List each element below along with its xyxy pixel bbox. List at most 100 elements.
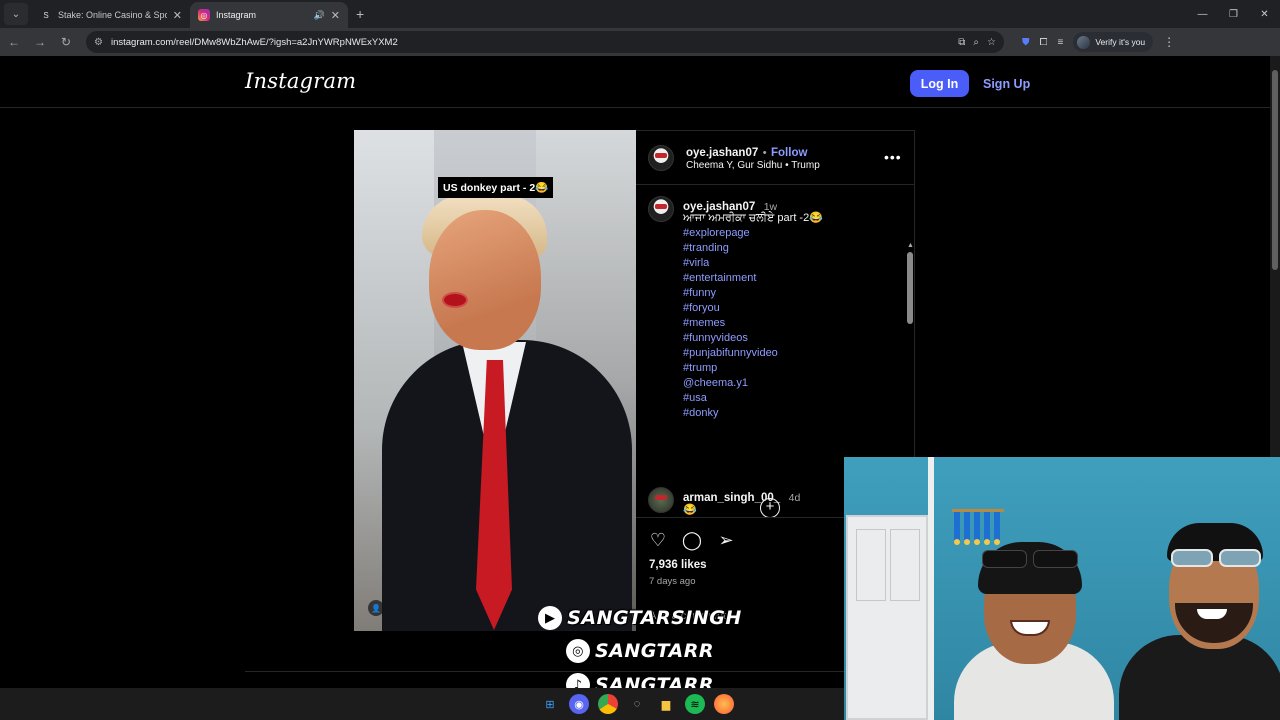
windows-start-icon[interactable]: ⊞ bbox=[540, 694, 560, 714]
minimize-icon[interactable]: — bbox=[1187, 0, 1218, 28]
post-header: oye.jashan07 • Follow Cheema Y, Gur Sidh… bbox=[636, 131, 914, 185]
url-text[interactable]: instagram.com/reel/DMw8WbZhAwE/?igsh=a2J… bbox=[111, 37, 958, 48]
webcam-person-left bbox=[954, 542, 1114, 720]
tab-close-icon[interactable]: ✕ bbox=[173, 9, 182, 22]
spotify-icon[interactable]: ≋ bbox=[685, 694, 705, 714]
post-date: 7 days ago bbox=[649, 576, 696, 587]
ig-header: Instagram Log In Sign Up bbox=[0, 56, 1270, 108]
reel-video[interactable]: US donkey part - 2😂 👤 bbox=[354, 130, 636, 631]
audio-attribution[interactable]: Cheema Y, Gur Sidhu • Trump bbox=[686, 160, 820, 171]
comment-header: arman_singh_00_ 4d bbox=[683, 488, 800, 506]
window-controls: — ❐ ✕ bbox=[1187, 0, 1280, 28]
comment-text: 😂 bbox=[683, 504, 697, 516]
zoom-icon[interactable]: ⌕ bbox=[973, 37, 979, 48]
hashtag-link[interactable]: #entertainment bbox=[683, 271, 778, 286]
profile-avatar bbox=[1077, 35, 1091, 49]
profile-button[interactable]: Verify it's you bbox=[1073, 32, 1154, 52]
like-heart-icon[interactable]: ♡ bbox=[649, 530, 667, 550]
separator-dot: • bbox=[762, 147, 767, 159]
tab-title: Stake: Online Casino & Sports B bbox=[58, 10, 167, 20]
forward-icon[interactable]: → bbox=[28, 30, 52, 54]
comment-time: 4d bbox=[788, 492, 801, 504]
browser-toolbar: ← → ↻ ⚙ instagram.com/reel/DMw8WbZhAwE/?… bbox=[0, 28, 1280, 56]
video-figure-mouth bbox=[442, 292, 468, 308]
install-app-icon[interactable]: ⧉ bbox=[958, 37, 965, 48]
hashtag-list: #explorepage #tranding #virla #entertain… bbox=[683, 226, 778, 421]
webcam-feed bbox=[844, 457, 1280, 720]
file-explorer-icon[interactable]: ▆ bbox=[656, 694, 676, 714]
extensions-puzzle-icon[interactable]: ⧠ bbox=[1040, 37, 1048, 48]
profile-label: Verify it's you bbox=[1095, 37, 1146, 47]
tab-search-button[interactable]: ⌄ bbox=[4, 3, 28, 25]
scroll-up-icon[interactable]: ▲ bbox=[907, 242, 914, 249]
screen: ⌄ S Stake: Online Casino & Sports B ✕ ◎ … bbox=[0, 0, 1280, 720]
more-options-icon[interactable]: ••• bbox=[884, 149, 902, 165]
instagram-logo[interactable]: Instagram bbox=[245, 69, 356, 93]
creator-handles-overlay: ▶ SANGTARSINGH ◎ SANGTARR ♪ SANGTARR bbox=[520, 600, 760, 700]
scrollbar-thumb[interactable] bbox=[907, 252, 913, 324]
youtube-handle: SANGTARSINGH bbox=[567, 607, 742, 629]
instagram-handle-row: ◎ SANGTARR bbox=[520, 639, 760, 663]
follow-button[interactable]: Follow bbox=[771, 147, 807, 159]
author-username[interactable]: oye.jashan07 bbox=[686, 147, 758, 159]
hashtag-link[interactable]: #funnyvideos bbox=[683, 331, 778, 346]
reading-list-icon[interactable]: ≡ bbox=[1058, 37, 1064, 48]
instagram-handle: SANGTARR bbox=[594, 640, 714, 662]
firefox-icon[interactable] bbox=[714, 694, 734, 714]
scrollbar-thumb[interactable] bbox=[1272, 70, 1278, 270]
tab-close-icon[interactable]: ✕ bbox=[331, 9, 340, 22]
hashtag-link[interactable]: #funny bbox=[683, 286, 778, 301]
hashtag-link[interactable]: #tranding bbox=[683, 241, 778, 256]
hashtag-link[interactable]: #punjabifunnyvideo bbox=[683, 346, 778, 361]
chrome-icon[interactable] bbox=[598, 694, 618, 714]
likes-count[interactable]: 7,936 likes bbox=[649, 559, 707, 571]
commenter-avatar[interactable] bbox=[648, 487, 674, 513]
share-send-icon[interactable]: ➢ bbox=[717, 530, 735, 550]
instagram-favicon-icon: ◎ bbox=[198, 9, 210, 21]
reload-icon[interactable]: ↻ bbox=[54, 30, 78, 54]
hashtag-link[interactable]: #foryou bbox=[683, 301, 778, 316]
close-window-icon[interactable]: ✕ bbox=[1249, 0, 1280, 28]
back-icon[interactable]: ← bbox=[2, 30, 26, 54]
hashtag-link[interactable]: #memes bbox=[683, 316, 778, 331]
caption-text: ਆਜਾ ਅਮਰੀਕਾ ਚਲੀਏ part -2😂 bbox=[683, 212, 823, 224]
tagged-user-icon[interactable]: 👤 bbox=[368, 600, 384, 616]
instagram-icon: ◎ bbox=[565, 639, 590, 663]
tab-stake[interactable]: S Stake: Online Casino & Sports B ✕ bbox=[32, 2, 190, 28]
hashtag-link[interactable]: #trump bbox=[683, 361, 778, 376]
maximize-icon[interactable]: ❐ bbox=[1218, 0, 1249, 28]
windows-taskbar: ⊞ ◉ ◌ ▆ ≋ bbox=[0, 688, 844, 720]
address-bar[interactable]: ⚙ instagram.com/reel/DMw8WbZhAwE/?igsh=a… bbox=[86, 31, 1004, 53]
obs-icon[interactable]: ◌ bbox=[627, 694, 647, 714]
extension-shield-icon[interactable]: ⛊ bbox=[1022, 37, 1030, 48]
tab-title: Instagram bbox=[216, 10, 257, 20]
bookmark-star-icon[interactable]: ☆ bbox=[987, 37, 996, 48]
login-button[interactable]: Log In bbox=[910, 70, 969, 97]
new-tab-button[interactable]: + bbox=[356, 6, 364, 22]
webcam-person-right bbox=[1119, 517, 1280, 720]
stake-favicon-icon: S bbox=[43, 10, 49, 20]
hashtag-link[interactable]: #donky bbox=[683, 406, 778, 421]
tab-instagram[interactable]: ◎ Instagram 🔊 ✕ bbox=[190, 2, 348, 28]
audio-playing-icon[interactable]: 🔊 bbox=[314, 10, 325, 21]
discord-icon[interactable]: ◉ bbox=[569, 694, 589, 714]
commenter-username[interactable]: arman_singh_00_ bbox=[683, 492, 780, 504]
youtube-handle-row: ▶ SANGTARSINGH bbox=[520, 606, 760, 630]
browser-tabbar: ⌄ S Stake: Online Casino & Sports B ✕ ◎ … bbox=[0, 0, 1280, 28]
hashtag-link[interactable]: #virla bbox=[683, 256, 778, 271]
video-figure-head bbox=[429, 210, 541, 350]
webcam-wall-decor bbox=[952, 487, 1004, 547]
browser-menu-icon[interactable]: ⋮ bbox=[1163, 35, 1175, 49]
youtube-play-icon: ▶ bbox=[538, 606, 563, 630]
webcam-door bbox=[846, 515, 928, 720]
signup-button[interactable]: Sign Up bbox=[983, 70, 1030, 97]
site-info-icon[interactable]: ⚙ bbox=[94, 37, 103, 48]
hashtag-link[interactable]: #explorepage bbox=[683, 226, 778, 241]
caption-avatar[interactable] bbox=[648, 196, 674, 222]
author-avatar[interactable] bbox=[648, 145, 674, 171]
comment-bubble-icon[interactable]: ◯ bbox=[682, 530, 702, 550]
mention-link[interactable]: @cheema.y1 bbox=[683, 376, 778, 391]
reel-text-overlay: US donkey part - 2😂 bbox=[438, 177, 554, 198]
hashtag-link[interactable]: #usa bbox=[683, 391, 778, 406]
webcam-door-frame bbox=[928, 457, 934, 720]
